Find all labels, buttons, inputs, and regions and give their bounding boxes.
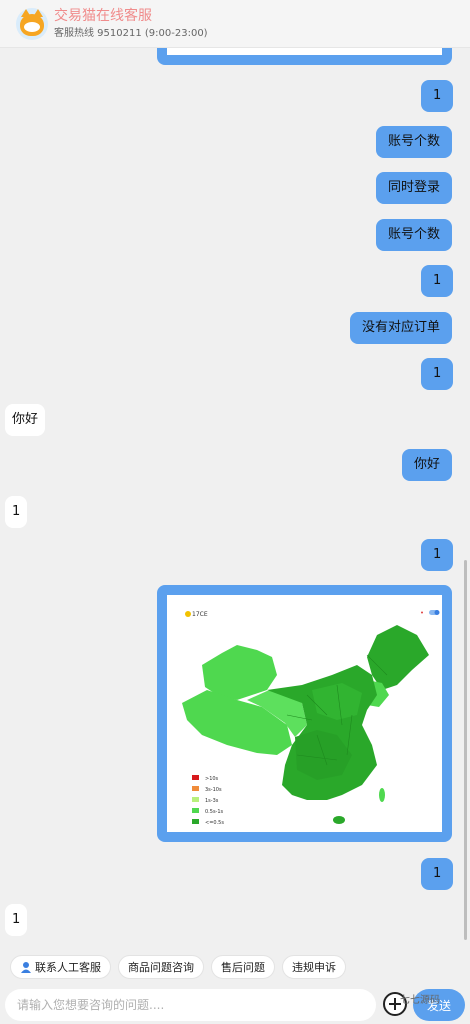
legend-label: 3s-10s xyxy=(205,787,222,793)
message-bubble: 1 xyxy=(421,358,454,390)
image-message[interactable]: 17CE >10s 3s-10s 1s-3s 0.5s-1s <=0.5s xyxy=(157,585,452,842)
speed-map-image: 17CE >10s 3s-10s 1s-3s 0.5s-1s <=0.5s xyxy=(167,595,442,832)
quick-reply-bar: 联系人工客服 商品问题咨询 售后问题 违规申诉 xyxy=(10,955,346,979)
service-avatar xyxy=(16,7,48,40)
chat-area[interactable]: 1 账号个数 同时登录 账号个数 1 没有对应订单 1 你好 你好 1 1 17… xyxy=(0,0,470,946)
service-hotline: 客服热线 9510211 (9:00-23:00) xyxy=(54,27,208,39)
contact-human-label: 联系人工客服 xyxy=(35,961,101,974)
service-title: 交易猫在线客服 xyxy=(54,7,152,24)
legend-label: 1s-3s xyxy=(205,798,219,804)
logo-text: 17CE xyxy=(192,611,208,618)
logo-icon xyxy=(185,611,191,617)
watermark: 七七源码 xyxy=(400,995,440,1006)
contact-human-button[interactable]: 联系人工客服 xyxy=(10,955,111,979)
legend-label: 0.5s-1s xyxy=(205,809,224,815)
legend-label: >10s xyxy=(205,776,219,782)
chat-scrollbar[interactable] xyxy=(464,560,467,940)
message-bubble: 同时登录 xyxy=(376,172,453,204)
legend-swatch xyxy=(192,819,199,824)
message-bubble: 1 xyxy=(421,265,454,297)
message-bubble: 1 xyxy=(421,539,454,571)
legend-swatch xyxy=(192,786,199,791)
message-bubble: 1 xyxy=(5,904,28,936)
message-bubble: 你好 xyxy=(402,449,453,481)
legend-swatch xyxy=(192,775,199,780)
chat-header: 交易猫在线客服 客服热线 9510211 (9:00-23:00) xyxy=(0,0,470,48)
message-bubble: 账号个数 xyxy=(376,126,453,158)
message-bubble: 1 xyxy=(421,858,454,890)
message-bubble: 你好 xyxy=(5,404,46,436)
message-bubble: 1 xyxy=(5,496,28,528)
after-sale-button[interactable]: 售后问题 xyxy=(211,955,275,979)
violation-appeal-button[interactable]: 违规申诉 xyxy=(282,955,346,979)
message-input[interactable] xyxy=(5,989,376,1021)
goods-question-button[interactable]: 商品问题咨询 xyxy=(118,955,204,979)
message-bubble: 1 xyxy=(421,80,454,112)
legend-label: <=0.5s xyxy=(205,820,224,826)
message-bubble: 没有对应订单 xyxy=(350,312,453,344)
legend-swatch xyxy=(192,808,199,813)
message-bubble: 账号个数 xyxy=(376,219,453,251)
person-icon xyxy=(21,962,31,973)
legend-swatch xyxy=(192,797,199,802)
